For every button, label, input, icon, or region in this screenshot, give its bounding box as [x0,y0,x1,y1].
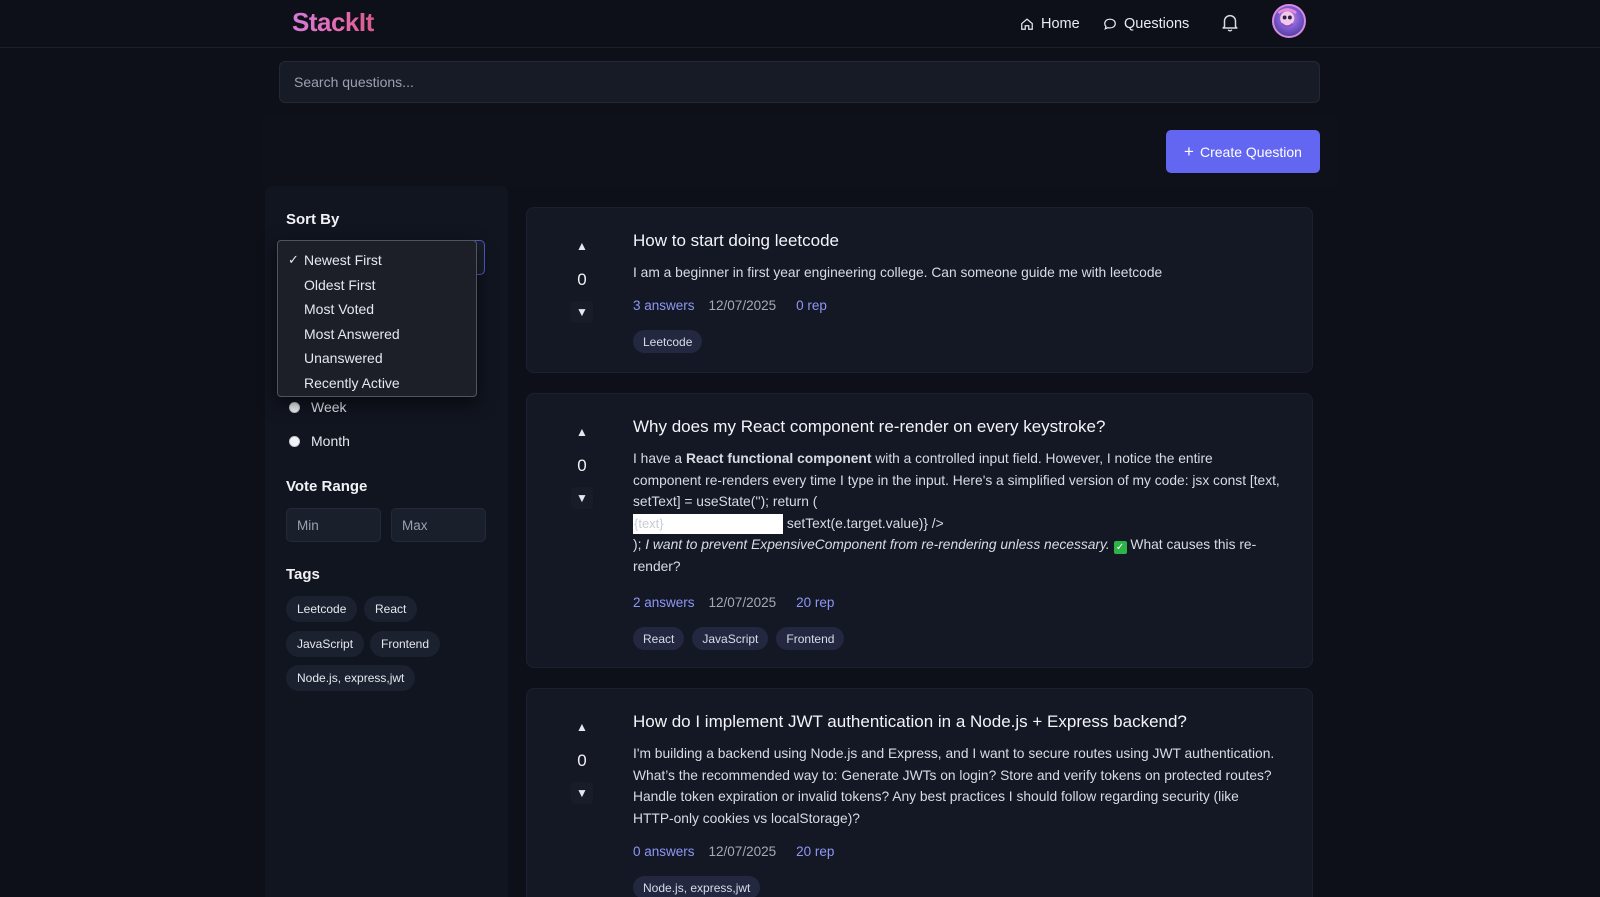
author-rep: 20 rep [796,844,835,859]
question-tag[interactable]: Node.js, express,jwt [633,876,761,897]
vote-controls: ▲ 0 ▼ [571,716,593,804]
sort-dropdown-menu: ✓ Newest First Oldest First Most Voted M… [277,240,477,397]
bell-icon[interactable] [1219,11,1241,33]
arrow-up-icon[interactable]: ▲ [571,235,593,257]
vote-min-input[interactable] [286,508,381,542]
question-date: 12/07/2025 [708,844,777,859]
question-tag[interactable]: JavaScript [692,627,769,650]
question-tag[interactable]: React [633,627,685,650]
code-input-preview: {text} [633,513,783,534]
sort-option-label: Oldest First [304,276,376,293]
vote-controls: ▲ 0 ▼ [571,235,593,323]
nav-home-label: Home [1041,16,1080,32]
arrow-down-icon[interactable]: ▼ [571,301,593,323]
sort-option-label: Unanswered [304,350,383,367]
question-excerpt: I am a beginner in first year engineerin… [633,265,1163,280]
radio-button[interactable] [289,435,300,447]
tag-filter-javascript[interactable]: JavaScript [286,631,365,657]
nav-questions-link[interactable]: Questions [1103,13,1189,35]
question-card: ▲ 0 ▼ How to start doing leetcode I am a… [526,207,1313,373]
tag-filter-leetcode[interactable]: Leetcode [286,596,358,622]
answer-count[interactable]: 3 answers [633,298,695,313]
app-logo[interactable]: StackIt [292,7,374,38]
sort-option-oldest[interactable]: Oldest First [278,273,476,298]
author-rep: 20 rep [796,595,835,610]
tag-filter-react[interactable]: React [364,596,418,622]
tag-filter-frontend[interactable]: Frontend [370,631,441,657]
radio-button[interactable] [289,401,300,413]
sort-option-label: Most Answered [304,325,400,342]
question-tags: Node.js, express,jwt [633,876,761,897]
home-icon [1021,18,1033,30]
avatar-illustration [1277,8,1297,28]
create-question-button[interactable]: + Create Question [1166,130,1320,173]
user-avatar[interactable] [1272,4,1306,38]
question-card: ▲ 0 ▼ How do I implement JWT authenticat… [526,688,1313,897]
question-title[interactable]: How do I implement JWT authentication in… [633,712,1187,732]
checkmark-emoji-icon: ✓ [1113,541,1127,554]
body-italic-text: I want to prevent ExpensiveComponent fro… [645,537,1110,552]
checkmark-icon: ✓ [288,252,299,268]
body-bold-text: React functional component [685,451,872,466]
answer-count[interactable]: 2 answers [633,595,695,610]
time-filter-month[interactable]: Month [289,433,350,449]
search-input[interactable] [279,61,1320,103]
sort-option-newest[interactable]: ✓ Newest First [278,248,476,273]
sort-option-label: Newest First [304,252,382,269]
body-text: setText(e.target.value)} /> [783,515,944,531]
tag-filter-nodejs[interactable]: Node.js, express,jwt [286,665,416,691]
arrow-up-icon[interactable]: ▲ [571,421,593,443]
body-text: ); [633,537,646,552]
question-excerpt: I have a React functional component with… [633,448,1283,577]
sort-by-heading: Sort By [286,211,340,228]
question-tag[interactable]: Leetcode [633,330,703,353]
question-meta: 3 answers 12/07/2025 0 rep [633,298,827,313]
time-filter-week[interactable]: Week [289,399,347,415]
question-tags: Leetcode [633,330,703,353]
vote-range-heading: Vote Range [286,478,368,495]
question-card: ▲ 0 ▼ Why does my React component re-ren… [526,393,1313,668]
arrow-up-icon[interactable]: ▲ [571,716,593,738]
question-title[interactable]: Why does my React component re-render on… [633,417,1105,437]
question-excerpt: I'm building a backend using Node.js and… [633,746,1275,826]
plus-icon: + [1184,142,1194,161]
sort-option-most-voted[interactable]: Most Voted [278,297,476,322]
author-rep: 0 rep [796,298,827,313]
nav-home-link[interactable]: Home [1020,13,1080,35]
vote-count: 0 [577,456,587,475]
question-meta: 0 answers 12/07/2025 20 rep [633,844,834,859]
question-title[interactable]: How to start doing leetcode [633,231,839,251]
vote-count: 0 [577,270,587,289]
nav-questions-label: Questions [1124,16,1190,32]
sort-option-label: Most Voted [304,301,375,318]
question-tags: React JavaScript Frontend [633,627,845,650]
top-nav-bar: StackIt Home Questions [0,0,1600,48]
sort-option-most-answered[interactable]: Most Answered [278,322,476,347]
question-date: 12/07/2025 [708,595,777,610]
arrow-down-icon[interactable]: ▼ [571,782,593,804]
answer-count[interactable]: 0 answers [633,844,695,859]
time-filter-label: Month [311,433,350,449]
chat-bubble-icon [1104,18,1116,30]
create-question-label: Create Question [1199,143,1302,160]
tags-heading: Tags [286,566,320,583]
question-meta: 2 answers 12/07/2025 20 rep [633,595,834,610]
sort-option-recently-active[interactable]: Recently Active [278,371,476,396]
vote-max-input[interactable] [391,508,486,542]
sort-option-unanswered[interactable]: Unanswered [278,346,476,371]
question-date: 12/07/2025 [708,298,777,313]
time-filter-label: Week [311,399,347,415]
body-text: I have a [633,451,686,466]
arrow-down-icon[interactable]: ▼ [571,487,593,509]
question-tag[interactable]: Frontend [776,627,845,650]
vote-count: 0 [577,751,587,770]
sort-option-label: Recently Active [304,374,400,391]
vote-controls: ▲ 0 ▼ [571,421,593,509]
